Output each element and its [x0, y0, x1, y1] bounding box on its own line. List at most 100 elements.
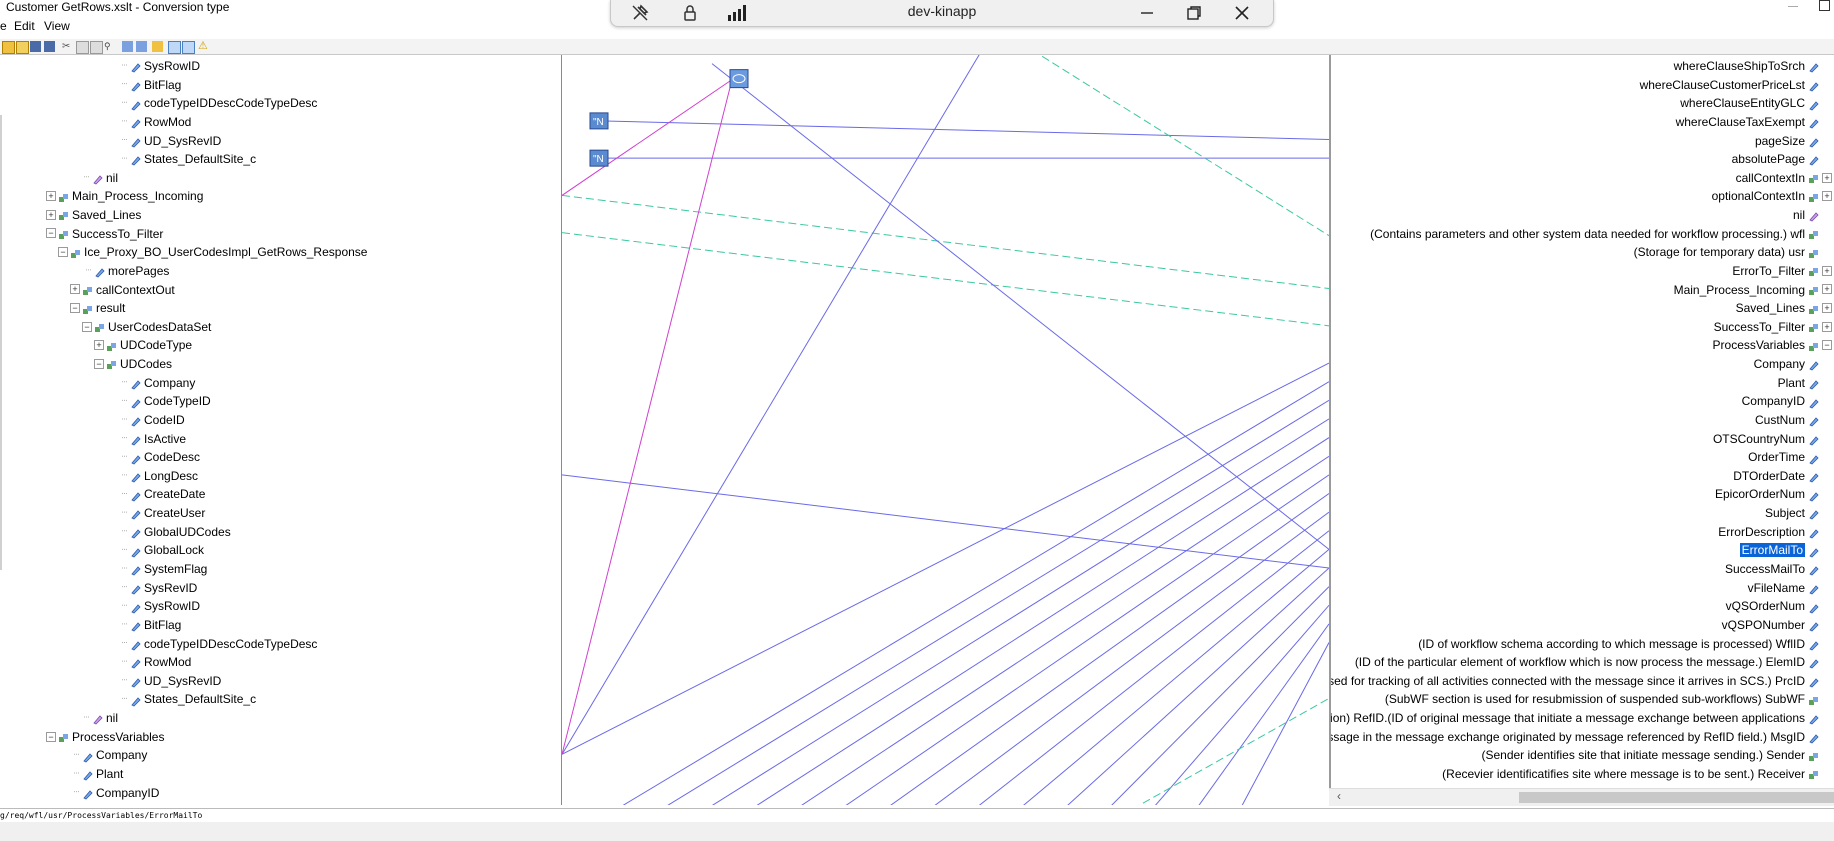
source-node-rowmod[interactable]: RowMod: [130, 112, 191, 130]
target-node-whereclauseentityglc[interactable]: whereClauseEntityGLC: [1680, 93, 1822, 111]
scrollbar-thumb[interactable]: [1519, 792, 1834, 803]
map-left-icon[interactable]: [122, 41, 133, 52]
target-horizontal-scrollbar[interactable]: ‹: [1329, 788, 1834, 806]
target-node-company[interactable]: Company: [1754, 354, 1822, 372]
collapse-icon[interactable]: −: [46, 731, 56, 742]
source-node-longdesc[interactable]: LongDesc: [130, 466, 198, 484]
mapping-line-successto-filter[interactable]: [562, 232, 1329, 327]
source-tree-pane[interactable]: SysRowID BitFlag codeTypeIDDescCodeTypeDes…: [0, 55, 562, 805]
target-node-vfilename[interactable]: vFileName: [1748, 578, 1822, 596]
source-node-usercodesdataset[interactable]: − UserCodesDataSet: [82, 317, 211, 335]
target-node-companyid[interactable]: CompanyID: [1742, 391, 1822, 409]
open-icon[interactable]: [16, 41, 29, 54]
source-node-nil[interactable]: nil: [92, 168, 118, 186]
target-node-contains-parameters-and-other-system-dat[interactable]: (Contains parameters and other system da…: [1370, 224, 1822, 242]
copy-icon[interactable]: [76, 41, 89, 54]
target-node-ordertime[interactable]: OrderTime: [1748, 447, 1822, 465]
mapping-line-process-var-1[interactable]: [562, 362, 1329, 755]
source-node-createdate[interactable]: CreateDate: [130, 484, 205, 502]
source-node-main-process-incoming[interactable]: + Main_Process_Incoming: [46, 186, 203, 204]
mapping-line-process-var-5[interactable]: [742, 437, 1329, 805]
source-node-bitflag[interactable]: BitFlag: [130, 75, 181, 93]
view-mode-icon[interactable]: [168, 41, 181, 54]
target-tree-pane[interactable]: whereClauseShipToSrch whereClauseCustomer…: [1329, 55, 1834, 805]
target-node-processvariables[interactable]: ProcessVariables −: [1713, 335, 1834, 353]
mapping-line-process-var-15[interactable]: [1192, 623, 1329, 805]
mapping-line-process-var-2[interactable]: [607, 381, 1329, 805]
mapping-line-process-var-12[interactable]: [1057, 567, 1329, 805]
function-icon[interactable]: [152, 41, 163, 52]
source-node-processvariables[interactable]: − ProcessVariables: [46, 727, 164, 745]
source-node-isactive[interactable]: IsActive: [130, 429, 186, 447]
source-node-globallock[interactable]: GlobalLock: [130, 540, 204, 558]
source-node-codetypeiddesccodetypedesc[interactable]: codeTypeIDDescCodeTypeDesc: [130, 634, 317, 652]
source-node-plant[interactable]: Plant: [82, 764, 123, 782]
expand-icon[interactable]: +: [1822, 284, 1832, 295]
target-node-nil[interactable]: nil: [1793, 205, 1822, 223]
collapse-icon[interactable]: −: [70, 303, 80, 314]
expand-icon[interactable]: +: [94, 340, 104, 351]
save-icon[interactable]: [30, 41, 41, 52]
target-node-main-process-incoming[interactable]: Main_Process_Incoming +: [1674, 280, 1834, 298]
mapping-line-process-var-3[interactable]: [652, 399, 1329, 805]
warning-icon[interactable]: ⚠: [198, 41, 209, 52]
source-node-createuser[interactable]: CreateUser: [130, 503, 205, 521]
mapping-line-process-var-6[interactable]: [787, 455, 1329, 805]
target-node-id-of-workflow-schema-according-to-which[interactable]: (ID of workflow schema according to whic…: [1418, 634, 1822, 652]
menu-view[interactable]: View: [44, 19, 70, 33]
new-icon[interactable]: [2, 41, 15, 54]
source-node-codedesc[interactable]: CodeDesc: [130, 447, 200, 465]
collapse-icon[interactable]: −: [1822, 340, 1832, 351]
mapping-line-process-var-14[interactable]: [1147, 604, 1329, 805]
target-node-successmailto[interactable]: SuccessMailTo: [1725, 559, 1822, 577]
target-node-optionalcontextin[interactable]: optionalContextIn +: [1712, 186, 1834, 204]
expand-icon[interactable]: +: [46, 209, 56, 220]
mapping-line-pink-1[interactable]: [562, 79, 733, 755]
expand-icon[interactable]: +: [1822, 265, 1832, 276]
target-node-whereclausecustomerpricelst[interactable]: whereClauseCustomerPriceLst: [1640, 75, 1822, 93]
close-icon[interactable]: [1231, 2, 1253, 24]
source-node-companyid[interactable]: CompanyID: [82, 783, 159, 801]
map-right-icon[interactable]: [136, 41, 147, 52]
target-node-vqsponumber[interactable]: vQSPONumber: [1722, 615, 1822, 633]
source-node-ud-sysrevid[interactable]: UD_SysRevID: [130, 671, 221, 689]
restore-icon[interactable]: [1183, 2, 1205, 24]
source-node-globaludcodes[interactable]: GlobalUDCodes: [130, 522, 231, 540]
source-node-ud-sysrevid[interactable]: UD_SysRevID: [130, 131, 221, 149]
target-node-storage-for-temporary-data-usr[interactable]: (Storage for temporary data) usr: [1634, 242, 1822, 260]
source-node-nil[interactable]: nil: [92, 708, 118, 726]
expand-icon[interactable]: +: [70, 284, 80, 295]
source-node-result[interactable]: − result: [70, 298, 125, 316]
target-node-recevier-identificatifies-site-where-mes[interactable]: (Recevier identificatifies site where me…: [1442, 764, 1822, 782]
target-node-message-in-the-message-exchange-originat[interactable]: message in the message exchange originat…: [1331, 727, 1822, 745]
function-node-icon[interactable]: [729, 69, 749, 89]
source-node-sysrowid[interactable]: SysRowID: [130, 56, 200, 74]
collapse-icon[interactable]: −: [58, 247, 68, 258]
source-node-sysrowid[interactable]: SysRowID: [130, 596, 200, 614]
target-node-vqsordernum[interactable]: vQSOrderNum: [1726, 596, 1822, 614]
mapping-line-dashed-bottom[interactable]: [1122, 697, 1329, 805]
scroll-left-icon[interactable]: ‹: [1337, 789, 1341, 803]
menu-edit[interactable]: Edit: [14, 19, 35, 33]
menu-file[interactable]: e: [0, 19, 7, 33]
save-all-icon[interactable]: [44, 41, 55, 52]
target-node-subwf-section-is-used-for-resubmission-o[interactable]: (SubWF section is used for resubmission …: [1385, 689, 1822, 707]
source-node-udcodetype[interactable]: + UDCodeType: [94, 335, 192, 353]
window-maximize-icon[interactable]: [1819, 0, 1830, 11]
expand-icon[interactable]: +: [46, 191, 56, 202]
source-node-saved-lines[interactable]: + Saved_Lines: [46, 205, 141, 223]
target-node-errorto-filter[interactable]: ErrorTo_Filter +: [1732, 261, 1834, 279]
target-node-absolutepage[interactable]: absolutePage: [1732, 149, 1822, 167]
constant-node-1[interactable]: "N: [589, 112, 609, 130]
target-node-plant[interactable]: Plant: [1778, 373, 1822, 391]
collapse-icon[interactable]: −: [94, 358, 104, 369]
expand-icon[interactable]: +: [1822, 303, 1832, 314]
minimize-icon[interactable]: [1136, 2, 1158, 24]
find-icon[interactable]: ⚲: [104, 41, 115, 52]
source-node-rowmod[interactable]: RowMod: [130, 652, 191, 670]
expand-icon[interactable]: +: [1822, 321, 1832, 332]
target-node-errormailto[interactable]: ErrorMailTo: [1739, 540, 1822, 558]
source-node-codeid[interactable]: CodeID: [130, 410, 185, 428]
target-node-whereclauseshiptosrch[interactable]: whereClauseShipToSrch: [1674, 56, 1822, 74]
paste-icon[interactable]: [90, 41, 103, 54]
